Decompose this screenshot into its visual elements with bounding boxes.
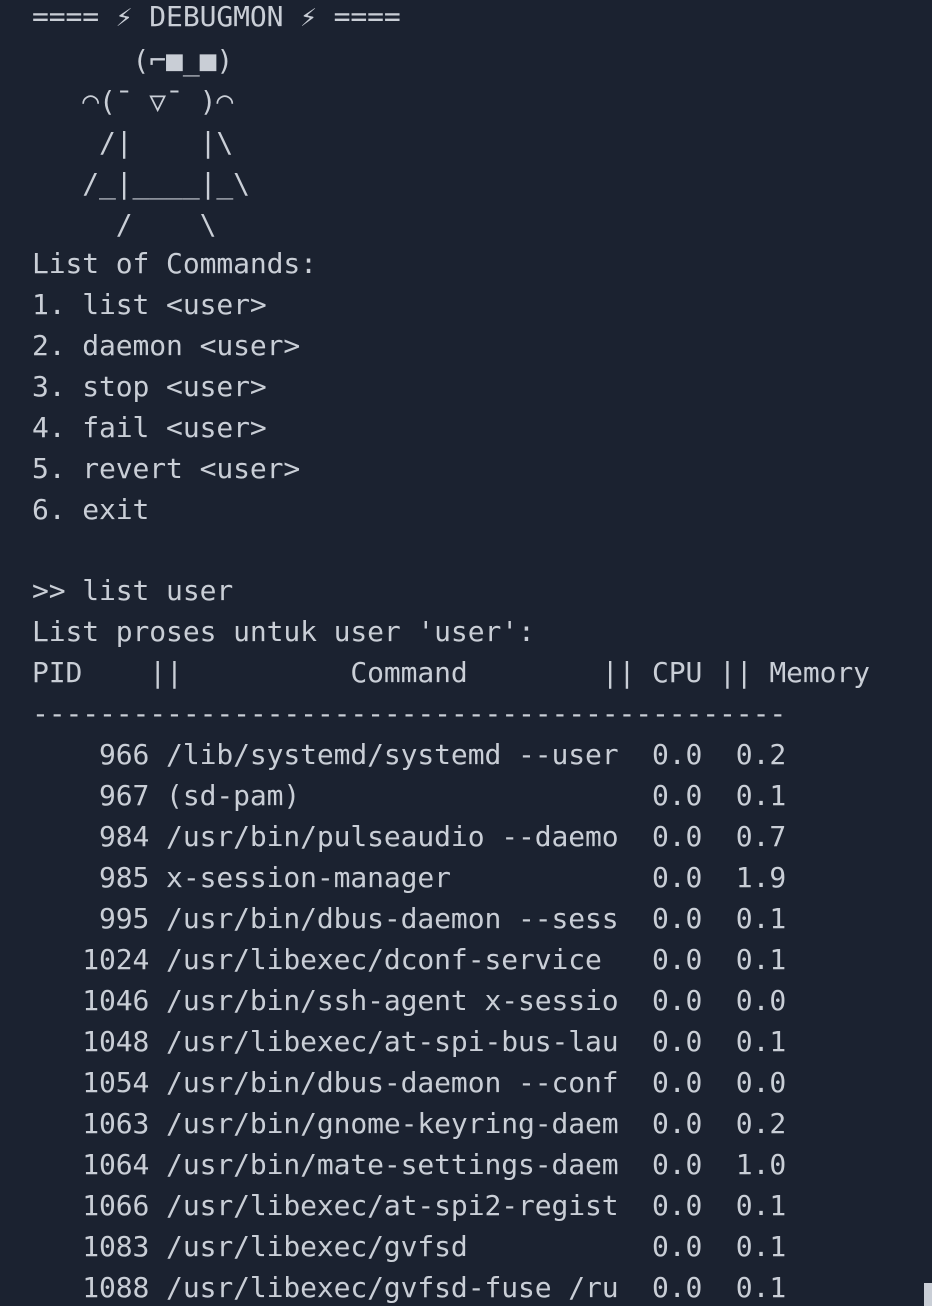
table-row: 1066 /usr/libexec/at-spi2-regist 0.0 0.1 [32,1189,787,1222]
text-cursor [924,1283,932,1306]
table-row: 1024 /usr/libexec/dconf-service 0.0 0.1 [32,943,787,976]
command-item-list: 1. list <user> [32,288,267,321]
table-row: 984 /usr/bin/pulseaudio --daemo 0.0 0.7 [32,820,787,853]
mascot-line-2: ◠(¯ ▽¯ )◠ [32,85,234,118]
mascot-line-3: /| |\ [32,126,234,159]
table-header: PID || Command || CPU || Memory [32,656,870,689]
banner-title: ==== ⚡ DEBUGMON ⚡ ==== [32,0,401,33]
mascot-line-4: /_|____|_\ [32,167,250,200]
result-title: List proses untuk user 'user': [32,615,535,648]
command-item-fail: 4. fail <user> [32,411,267,444]
table-row: 1046 /usr/bin/ssh-agent x-sessio 0.0 0.0 [32,984,787,1017]
commands-title: List of Commands: [32,247,317,280]
mascot-line-1: (⌐■_■) [32,44,234,77]
terminal-window[interactable]: ==== ⚡ DEBUGMON ⚡ ==== (⌐■_■) ◠(¯ ▽¯ )◠ … [0,0,932,1306]
table-row: 985 x-session-manager 0.0 1.9 [32,861,787,894]
command-item-stop: 3. stop <user> [32,370,267,403]
table-row: 967 (sd-pam) 0.0 0.1 [32,779,787,812]
command-item-exit: 6. exit [32,493,150,526]
table-row: 1048 /usr/libexec/at-spi-bus-lau 0.0 0.1 [32,1025,787,1058]
command-item-revert: 5. revert <user> [32,452,301,485]
table-row: 966 /lib/systemd/systemd --user 0.0 0.2 [32,738,787,771]
table-divider: ----------------------------------------… [32,697,787,730]
table-row: 1054 /usr/bin/dbus-daemon --conf 0.0 0.0 [32,1066,787,1099]
table-row: 1063 /usr/bin/gnome-keyring-daem 0.0 0.2 [32,1107,787,1140]
table-row: 1088 /usr/libexec/gvfsd-fuse /ru 0.0 0.1 [32,1271,787,1304]
table-row: 995 /usr/bin/dbus-daemon --sess 0.0 0.1 [32,902,787,935]
command-item-daemon: 2. daemon <user> [32,329,301,362]
prompt-line: >> list user [32,574,234,607]
mascot-line-5: / \ [32,208,217,241]
table-row: 1083 /usr/libexec/gvfsd 0.0 0.1 [32,1230,787,1263]
table-row: 1064 /usr/bin/mate-settings-daem 0.0 1.0 [32,1148,787,1181]
